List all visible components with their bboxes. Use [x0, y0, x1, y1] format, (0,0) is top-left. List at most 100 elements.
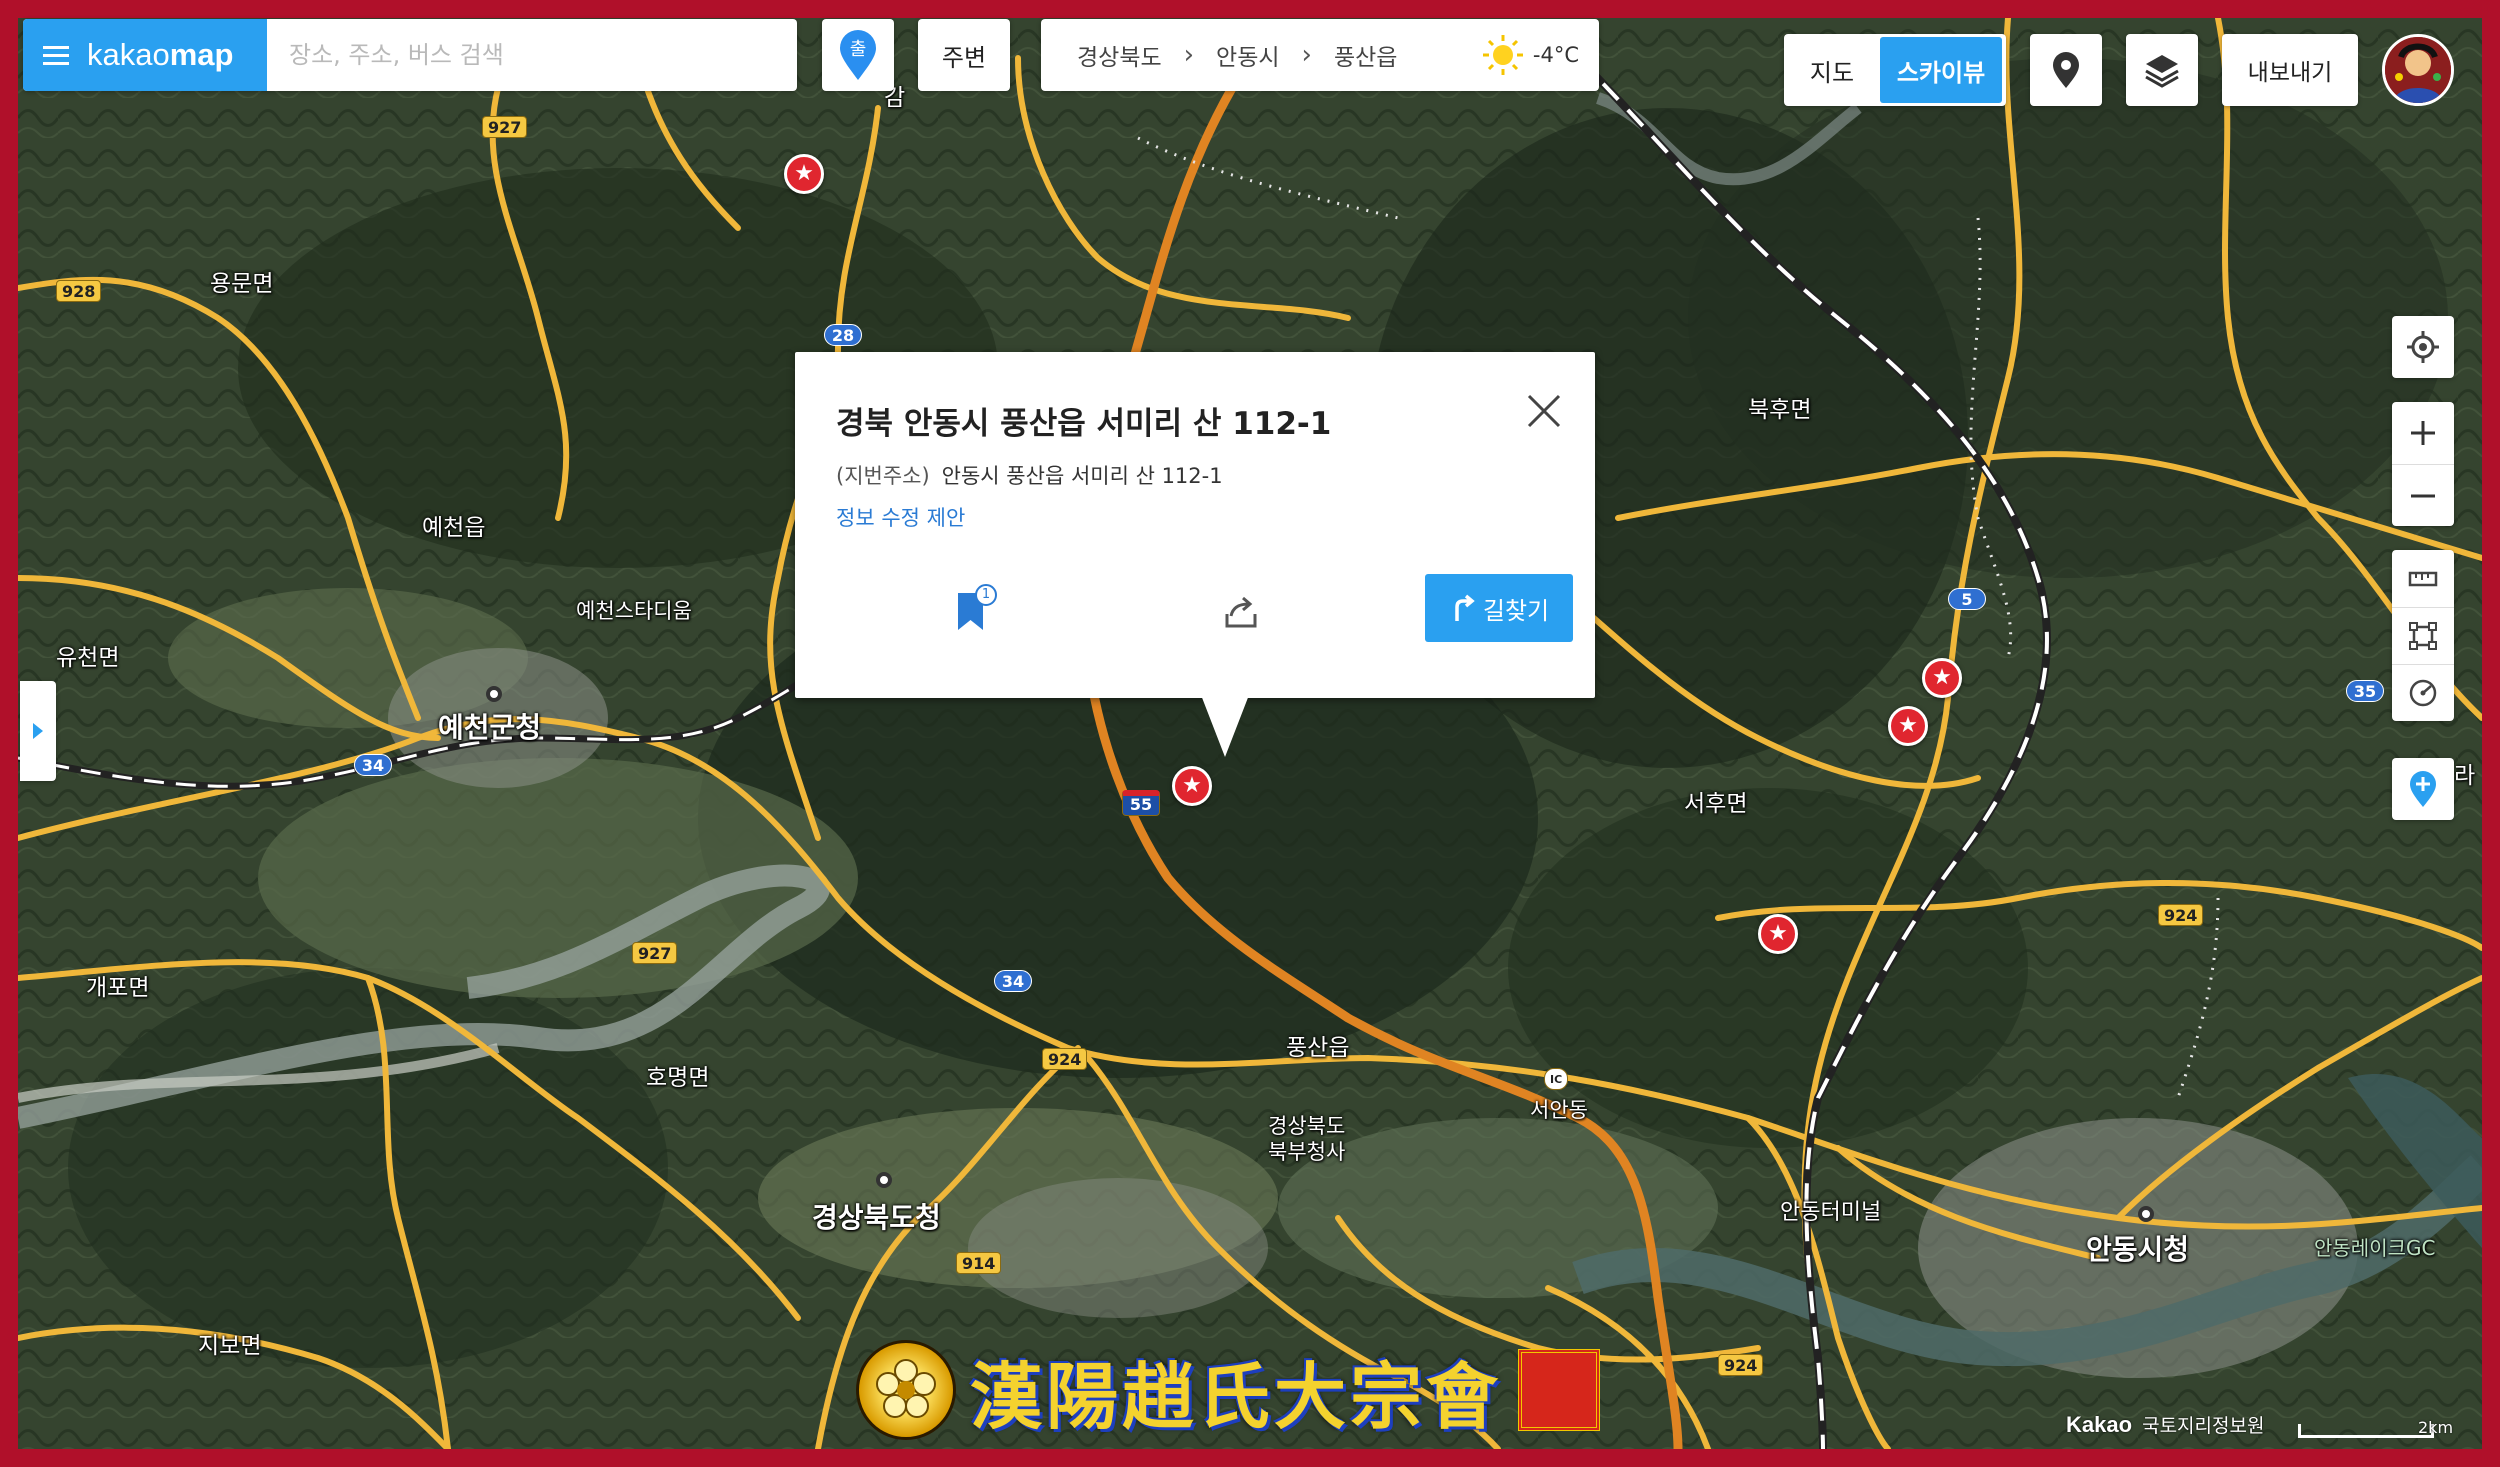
- selected-location-pin[interactable]: ★: [1172, 766, 1212, 806]
- route-shield-927: 927: [482, 116, 528, 138]
- route-shield-927-south: 927: [632, 942, 678, 964]
- save-button[interactable]: 1: [955, 584, 1001, 632]
- red-seal-stamp: [1518, 1349, 1601, 1431]
- map-type-switch: 지도 스카이뷰: [1784, 34, 2006, 106]
- address-text: 안동시 풍산읍 서미리 산 112-1: [941, 464, 1223, 488]
- radius-measure-button[interactable]: [2392, 664, 2454, 721]
- label-seohu: 서후면: [1684, 791, 1748, 817]
- label-seoandong: 서안동: [1530, 1098, 1588, 1122]
- nearby-button[interactable]: 주변: [918, 19, 1010, 91]
- label-gaepo: 개포면: [86, 975, 150, 1001]
- county-office-dot: [486, 686, 502, 702]
- breadcrumb-town[interactable]: 풍산읍: [1334, 38, 1397, 72]
- favorite-star-pin[interactable]: ★: [784, 154, 824, 194]
- popup-address-line: (지번주소) 안동시 풍산읍 서미리 산 112-1: [836, 460, 1223, 490]
- credit-text: 국토지리정보원: [2142, 1415, 2265, 1437]
- search-input[interactable]: [267, 19, 797, 91]
- favorite-star-pin[interactable]: ★: [1758, 914, 1798, 954]
- zoom-control: [2392, 402, 2454, 526]
- crosshair-icon: [2392, 316, 2454, 378]
- label-yucheon: 유천면: [56, 645, 120, 671]
- measure-tools: [2392, 550, 2454, 721]
- brand-menu-button[interactable]: kakaomap: [23, 19, 267, 91]
- route-shield-5: 5: [1948, 588, 1986, 610]
- minus-icon: [2411, 494, 2435, 497]
- address-info-popup: 경북 안동시 풍산읍 서미리 산 112-1 (지번주소) 안동시 풍산읍 서미리…: [795, 352, 1595, 698]
- chevron-right-icon: [33, 723, 43, 739]
- start-point-button[interactable]: 출: [822, 19, 894, 91]
- start-pin-icon: 출: [840, 30, 876, 80]
- edit-suggestion-link[interactable]: 정보 수정 제안: [836, 502, 965, 532]
- chevron-right-icon: ›: [1301, 40, 1312, 70]
- popup-title: 경북 안동시 풍산읍 서미리 산 112-1: [836, 406, 1332, 442]
- favorite-star-pin[interactable]: ★: [1888, 706, 1928, 746]
- label-yecheon-county[interactable]: 예천군청: [438, 706, 541, 746]
- province-office-dot: [876, 1172, 892, 1188]
- weather-widget[interactable]: -4°C: [1481, 33, 1579, 77]
- map-type-skyview[interactable]: 스카이뷰: [1880, 37, 2002, 103]
- route-shield-924-b: 924: [1718, 1354, 1764, 1376]
- flower-emblem-icon: [876, 1359, 936, 1418]
- label-yongmun: 용문면: [210, 271, 274, 297]
- label-yecheon-eup: 예천읍: [422, 515, 486, 541]
- label-yecheon-stadium: 예천스타디움: [576, 599, 692, 623]
- label-northern-office-2: 북부청사: [1268, 1140, 1346, 1164]
- search-bar: kakaomap: [23, 19, 797, 91]
- roadview-icon: [2053, 52, 2079, 88]
- label-pungsan: 풍산읍: [1286, 1035, 1350, 1061]
- save-count-badge: 1: [975, 584, 997, 606]
- current-location-button[interactable]: [2392, 316, 2454, 378]
- share-button[interactable]: [1221, 592, 1261, 632]
- label-andong-terminal[interactable]: 안동터미널: [1780, 1194, 1881, 1226]
- scale-bar: [2298, 1424, 2434, 1438]
- label-andong-city[interactable]: 안동시청: [2086, 1228, 2189, 1268]
- route-shield-924-c: 924: [2158, 904, 2204, 926]
- kakao-wordmark: Kakao: [2066, 1412, 2133, 1437]
- breadcrumb-province[interactable]: 경상북도: [1077, 38, 1162, 72]
- plus-icon: [2411, 421, 2435, 445]
- close-icon: [1527, 394, 1561, 428]
- directions-button[interactable]: 길찾기: [1425, 574, 1573, 642]
- map-copyright: Kakao 국토지리정보원: [2066, 1411, 2264, 1438]
- label-partial-right: 라: [2454, 763, 2476, 789]
- close-button[interactable]: [1525, 392, 1563, 430]
- route-shield-34-west: 34: [354, 754, 392, 776]
- scale-label: 2km: [2418, 1418, 2454, 1437]
- add-place-button[interactable]: [2392, 758, 2454, 820]
- clan-banner-text: 漢陽趙氏大宗會: [970, 1353, 1503, 1439]
- temperature: -4°C: [1532, 43, 1579, 67]
- popup-actions: 1 길찾기: [795, 562, 1595, 652]
- popup-pointer: [1201, 695, 1249, 757]
- map-type-map[interactable]: 지도: [1784, 53, 1880, 88]
- avatar[interactable]: [2382, 34, 2454, 106]
- zoom-in-button[interactable]: [2392, 402, 2454, 464]
- label-andong-gc: 안동레이크GC: [2314, 1236, 2436, 1260]
- distance-measure-button[interactable]: [2392, 550, 2454, 607]
- route-shield-55: 55: [1122, 790, 1160, 816]
- layers-icon: [2145, 55, 2179, 88]
- route-shield-34-east: 34: [994, 970, 1032, 992]
- export-button[interactable]: 내보내기: [2222, 34, 2358, 106]
- favorite-star-pin[interactable]: ★: [1922, 658, 1962, 698]
- roadview-button[interactable]: [2030, 34, 2102, 106]
- route-shield-914: 914: [956, 1252, 1002, 1274]
- radius-icon: [2409, 679, 2437, 707]
- label-bukhu: 북후면: [1748, 397, 1812, 423]
- route-shield-928: 928: [56, 280, 102, 302]
- route-shield-35: 35: [2346, 680, 2384, 702]
- address-type-tag: (지번주소): [836, 464, 930, 488]
- label-gyeongbuk-office[interactable]: 경상북도청: [812, 1196, 941, 1236]
- side-panel-toggle[interactable]: [20, 681, 56, 781]
- share-icon: [1225, 596, 1257, 628]
- zoom-out-button[interactable]: [2392, 464, 2454, 526]
- directions-label: 길찾기: [1482, 596, 1550, 625]
- add-pin-icon: [2392, 758, 2454, 820]
- area-measure-button[interactable]: [2392, 607, 2454, 664]
- sun-icon: [1482, 35, 1523, 75]
- route-shield-924-a: 924: [1042, 1048, 1088, 1070]
- layers-button[interactable]: [2126, 34, 2198, 106]
- ic-marker: IC: [1544, 1068, 1569, 1090]
- ruler-icon: [2408, 571, 2438, 586]
- clan-banner-watermark: 漢陽趙氏大宗會: [856, 1337, 1692, 1443]
- breadcrumb-city[interactable]: 안동시: [1216, 38, 1279, 72]
